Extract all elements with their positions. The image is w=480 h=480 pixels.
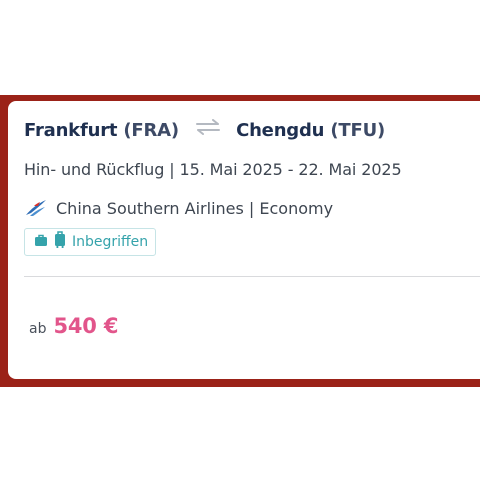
divider xyxy=(24,276,480,277)
baggage-label: Inbegriffen xyxy=(72,234,149,250)
price-amount: 540 € xyxy=(53,314,119,338)
route-title: Frankfurt (FRA) Chengdu (TFU) xyxy=(24,118,386,142)
origin-code: (FRA) xyxy=(123,120,179,141)
briefcase-icon xyxy=(34,233,48,251)
round-trip-arrows-icon xyxy=(195,118,221,140)
airline-and-class: China Southern Airlines | Economy xyxy=(56,198,334,218)
airline-row: China Southern Airlines | Economy xyxy=(24,198,333,218)
flight-offer-card[interactable]: Frankfurt (FRA) Chengdu (TFU) Hin- und R… xyxy=(8,101,480,379)
baggage-included-badge: Inbegriffen xyxy=(24,228,157,256)
china-southern-logo-icon xyxy=(24,198,48,218)
trip-dates: Hin- und Rückflug | 15. Mai 2025 - 22. M… xyxy=(24,160,402,179)
destination-code: (TFU) xyxy=(330,120,386,141)
origin-city: Frankfurt xyxy=(24,120,118,141)
price-row: ab 540 € xyxy=(29,314,118,338)
destination-city: Chengdu xyxy=(236,120,325,141)
price-prefix: ab xyxy=(29,321,47,337)
suitcase-icon xyxy=(54,231,66,253)
